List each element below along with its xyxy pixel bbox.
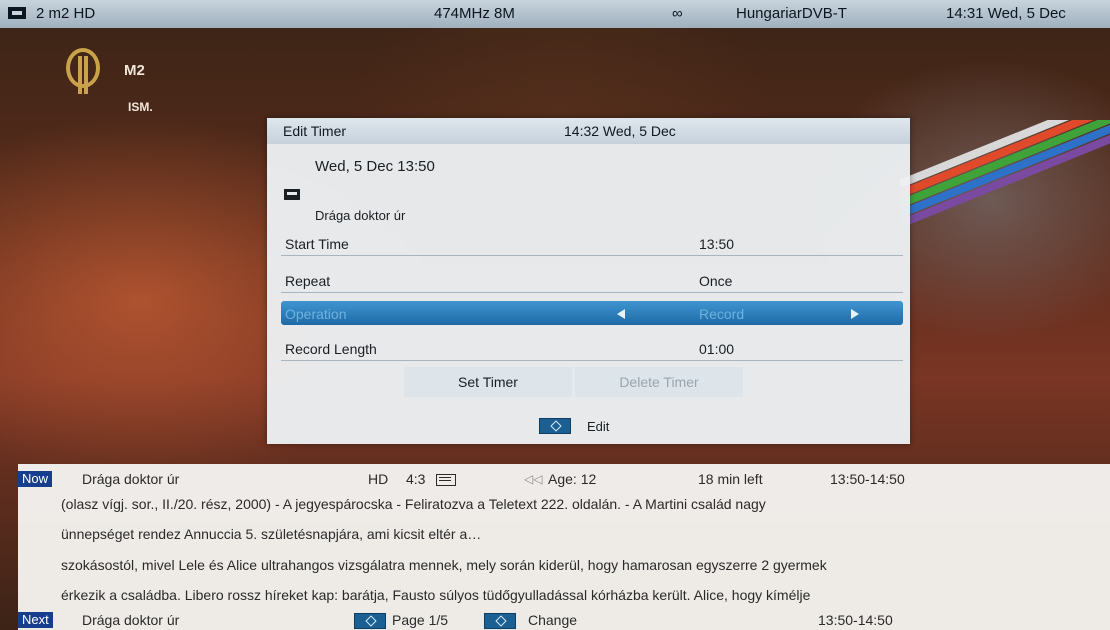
navigation-icon	[484, 613, 516, 629]
record-length-label: Record Length	[285, 341, 377, 357]
clock: 14:31 Wed, 5 Dec	[946, 5, 1066, 22]
operation-row[interactable]: Operation Record	[281, 301, 903, 325]
subtitle-icon	[436, 474, 456, 486]
description-line: érkezik a családba. Libero rossz híreket…	[61, 587, 811, 603]
navigation-icon	[539, 418, 571, 434]
rerun-label: ISM.	[128, 100, 153, 114]
set-timer-button[interactable]: Set Timer	[404, 367, 572, 397]
description-line: ünnepséget rendez Annuccia 5. születésna…	[61, 526, 482, 542]
speaker-icon: ◁◁	[524, 472, 543, 486]
repeat-label: Repeat	[285, 273, 331, 289]
repeat-value: Once	[699, 273, 733, 289]
frequency: 474MHz 8M	[434, 5, 515, 22]
program-date: Wed, 5 Dec 13:50	[315, 158, 435, 175]
tv-icon	[8, 7, 26, 19]
tv-icon	[284, 189, 300, 200]
arrow-left-icon[interactable]	[617, 309, 625, 319]
dialog-title: Edit Timer	[283, 123, 347, 139]
description-line: szokásostól, mivel Lele és Alice ultraha…	[61, 557, 827, 573]
dialog-footer: Edit	[267, 409, 910, 444]
description-line: (olasz vígj. sor., II./20. rész, 2000) -…	[61, 496, 766, 512]
edit-hint: Edit	[587, 419, 610, 434]
page-indicator: Page 1/5	[392, 612, 449, 628]
record-length-value: 01:00	[699, 341, 735, 357]
dialog-header: Edit Timer 14:32 Wed, 5 Dec	[267, 118, 910, 144]
operation-label: Operation	[285, 306, 347, 322]
change-hint: Change	[528, 612, 578, 628]
hd-badge: HD	[368, 471, 389, 487]
start-time-value: 13:50	[699, 236, 735, 252]
next-tag: Next	[18, 612, 53, 628]
background-stripes	[900, 120, 1110, 320]
channel-logo-icon	[66, 48, 100, 94]
now-time-range: 13:50-14:50	[830, 471, 905, 487]
operation-value: Record	[699, 306, 745, 322]
record-length-row[interactable]: Record Length 01:00	[281, 336, 903, 361]
channel-logo-text: M2	[124, 62, 145, 79]
edit-timer-dialog: Edit Timer 14:32 Wed, 5 Dec Wed, 5 Dec 1…	[267, 118, 910, 444]
next-time-range: 13:50-14:50	[818, 612, 893, 628]
delete-timer-button[interactable]: Delete Timer	[575, 367, 743, 397]
start-time-label: Start Time	[285, 236, 349, 252]
channel-name: 2 m2 HD	[36, 5, 96, 22]
infinity-icon: ∞	[672, 5, 683, 22]
now-tag: Now	[18, 471, 53, 487]
aspect-ratio: 4:3	[406, 471, 426, 487]
program-name: Drága doktor úr	[315, 208, 406, 223]
program-info-panel: Now Drága doktor úr HD 4:3 ◁◁ Age: 12 18…	[18, 464, 1110, 630]
time-left: 18 min left	[698, 471, 763, 487]
channel-info-bar: 2 m2 HD 474MHz 8M ∞ HungariarDVB-T 14:31…	[0, 0, 1110, 28]
age-rating: Age: 12	[548, 471, 597, 487]
navigation-icon	[354, 613, 386, 629]
repeat-row[interactable]: Repeat Once	[281, 268, 903, 293]
dialog-time: 14:32 Wed, 5 Dec	[564, 123, 676, 139]
start-time-row[interactable]: Start Time 13:50	[281, 231, 903, 256]
network-name: HungariarDVB-T	[736, 5, 847, 22]
now-title: Drága doktor úr	[82, 471, 180, 487]
arrow-right-icon[interactable]	[851, 309, 859, 319]
next-title: Drága doktor úr	[82, 612, 180, 628]
